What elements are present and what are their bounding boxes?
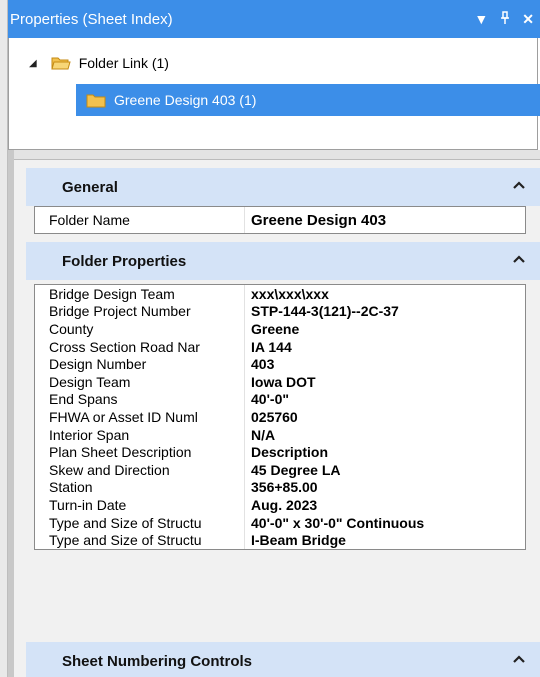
panel-title: Properties (Sheet Index) bbox=[10, 10, 173, 28]
property-value[interactable]: 45 Degree LA bbox=[245, 462, 525, 478]
property-key: Type and Size of Structu bbox=[35, 531, 245, 549]
property-row[interactable]: Type and Size of Structu 40'-0" x 30'-0" … bbox=[35, 513, 525, 532]
tree-item-label: Greene Design 403 (1) bbox=[114, 92, 257, 108]
property-value[interactable]: Description bbox=[245, 444, 525, 460]
property-value[interactable]: xxx\xxx\xxx bbox=[245, 286, 525, 302]
section-title: Folder Properties bbox=[62, 252, 187, 270]
property-row[interactable]: Skew and Direction 45 Degree LA bbox=[35, 460, 525, 479]
property-key: Interior Span bbox=[35, 425, 245, 444]
dock-edge bbox=[0, 0, 8, 677]
property-row[interactable]: Type and Size of Structu I-Beam Bridge bbox=[35, 531, 525, 549]
property-key: Design Number bbox=[35, 355, 245, 373]
property-key: Turn-in Date bbox=[35, 496, 245, 514]
property-key: Cross Section Road Nar bbox=[35, 337, 245, 356]
property-value[interactable]: 025760 bbox=[245, 409, 525, 425]
property-value[interactable]: Greene bbox=[245, 321, 525, 337]
tree-item-greene-design-403[interactable]: Greene Design 403 (1) bbox=[76, 84, 540, 116]
property-value[interactable]: Iowa DOT bbox=[245, 374, 525, 390]
property-row[interactable]: Cross Section Road Nar IA 144 bbox=[35, 337, 525, 356]
property-value[interactable]: N/A bbox=[245, 427, 525, 443]
property-value[interactable]: 403 bbox=[245, 356, 525, 372]
property-key: Skew and Direction bbox=[35, 460, 245, 479]
property-key: County bbox=[35, 320, 245, 338]
panel-titlebar: Properties (Sheet Index) ▼ ✕ bbox=[8, 0, 540, 38]
property-key: Bridge Project Number bbox=[35, 302, 245, 321]
collapse-arrow-icon[interactable]: ◢ bbox=[29, 58, 37, 69]
dropdown-icon[interactable]: ▼ bbox=[474, 11, 488, 27]
property-row[interactable]: FHWA or Asset ID Numl 025760 bbox=[35, 408, 525, 426]
property-row[interactable]: Station 356+85.00 bbox=[35, 478, 525, 497]
property-key: Type and Size of Structu bbox=[35, 513, 245, 532]
property-key: Design Team bbox=[35, 372, 245, 391]
property-value[interactable]: Aug. 2023 bbox=[245, 497, 525, 513]
property-row[interactable]: Plan Sheet Description Description bbox=[35, 443, 525, 461]
property-value[interactable]: 40'-0" bbox=[245, 391, 525, 407]
sheet-index-tree: ◢ Folder Link (1) Greene Design 403 (1) bbox=[8, 38, 540, 150]
property-row[interactable]: Design Team Iowa DOT bbox=[35, 372, 525, 391]
folder-properties-table: Bridge Design Team xxx\xxx\xxx Bridge Pro… bbox=[34, 284, 526, 550]
open-folder-icon bbox=[51, 57, 71, 69]
property-key: Station bbox=[35, 478, 245, 497]
property-row[interactable]: Interior Span N/A bbox=[35, 425, 525, 444]
tree-item-folder-link[interactable]: ◢ Folder Link (1) bbox=[29, 48, 169, 78]
property-value[interactable]: Greene Design 403 bbox=[245, 212, 525, 229]
property-key: FHWA or Asset ID Numl bbox=[35, 408, 245, 426]
close-icon[interactable]: ✕ bbox=[522, 11, 534, 28]
property-key: Folder Name bbox=[35, 207, 245, 233]
property-key: End Spans bbox=[35, 390, 245, 409]
section-general-header[interactable]: General bbox=[26, 168, 540, 206]
property-value[interactable]: 356+85.00 bbox=[245, 479, 525, 495]
property-value[interactable]: I-Beam Bridge bbox=[245, 532, 525, 548]
property-row[interactable]: Folder Name Greene Design 403 bbox=[35, 207, 525, 233]
property-row[interactable]: End Spans 40'-0" bbox=[35, 390, 525, 409]
general-properties-table: Folder Name Greene Design 403 bbox=[34, 206, 526, 234]
properties-grid: General Folder Name Greene Design 403 Fo… bbox=[14, 160, 540, 677]
tree-item-label: Folder Link (1) bbox=[78, 55, 169, 71]
property-row[interactable]: County Greene bbox=[35, 320, 525, 338]
property-value[interactable]: STP-144-3(121)--2C-37 bbox=[245, 303, 525, 319]
section-title: Sheet Numbering Controls bbox=[62, 652, 253, 670]
pin-icon[interactable] bbox=[500, 10, 510, 28]
section-title: General bbox=[62, 178, 118, 196]
property-row[interactable]: Design Number 403 bbox=[35, 355, 525, 373]
property-row[interactable]: Bridge Project Number STP-144-3(121)--2C-… bbox=[35, 302, 525, 321]
chevron-up-icon[interactable] bbox=[512, 178, 526, 192]
section-folder-properties-header[interactable]: Folder Properties bbox=[26, 242, 540, 280]
property-key: Bridge Design Team bbox=[35, 285, 245, 303]
property-row[interactable]: Bridge Design Team xxx\xxx\xxx bbox=[35, 285, 525, 303]
panel-controls: ▼ ✕ bbox=[474, 11, 540, 28]
folder-icon bbox=[86, 94, 106, 107]
property-row[interactable]: Turn-in Date Aug. 2023 bbox=[35, 496, 525, 514]
property-value[interactable]: 40'-0" x 30'-0" Continuous bbox=[245, 515, 525, 531]
chevron-up-icon[interactable] bbox=[512, 252, 526, 266]
property-key: Plan Sheet Description bbox=[35, 443, 245, 461]
pane-splitter[interactable] bbox=[14, 150, 540, 160]
property-value[interactable]: IA 144 bbox=[245, 339, 525, 355]
section-sheet-numbering-header[interactable]: Sheet Numbering Controls bbox=[26, 642, 540, 677]
chevron-up-icon[interactable] bbox=[512, 652, 526, 666]
